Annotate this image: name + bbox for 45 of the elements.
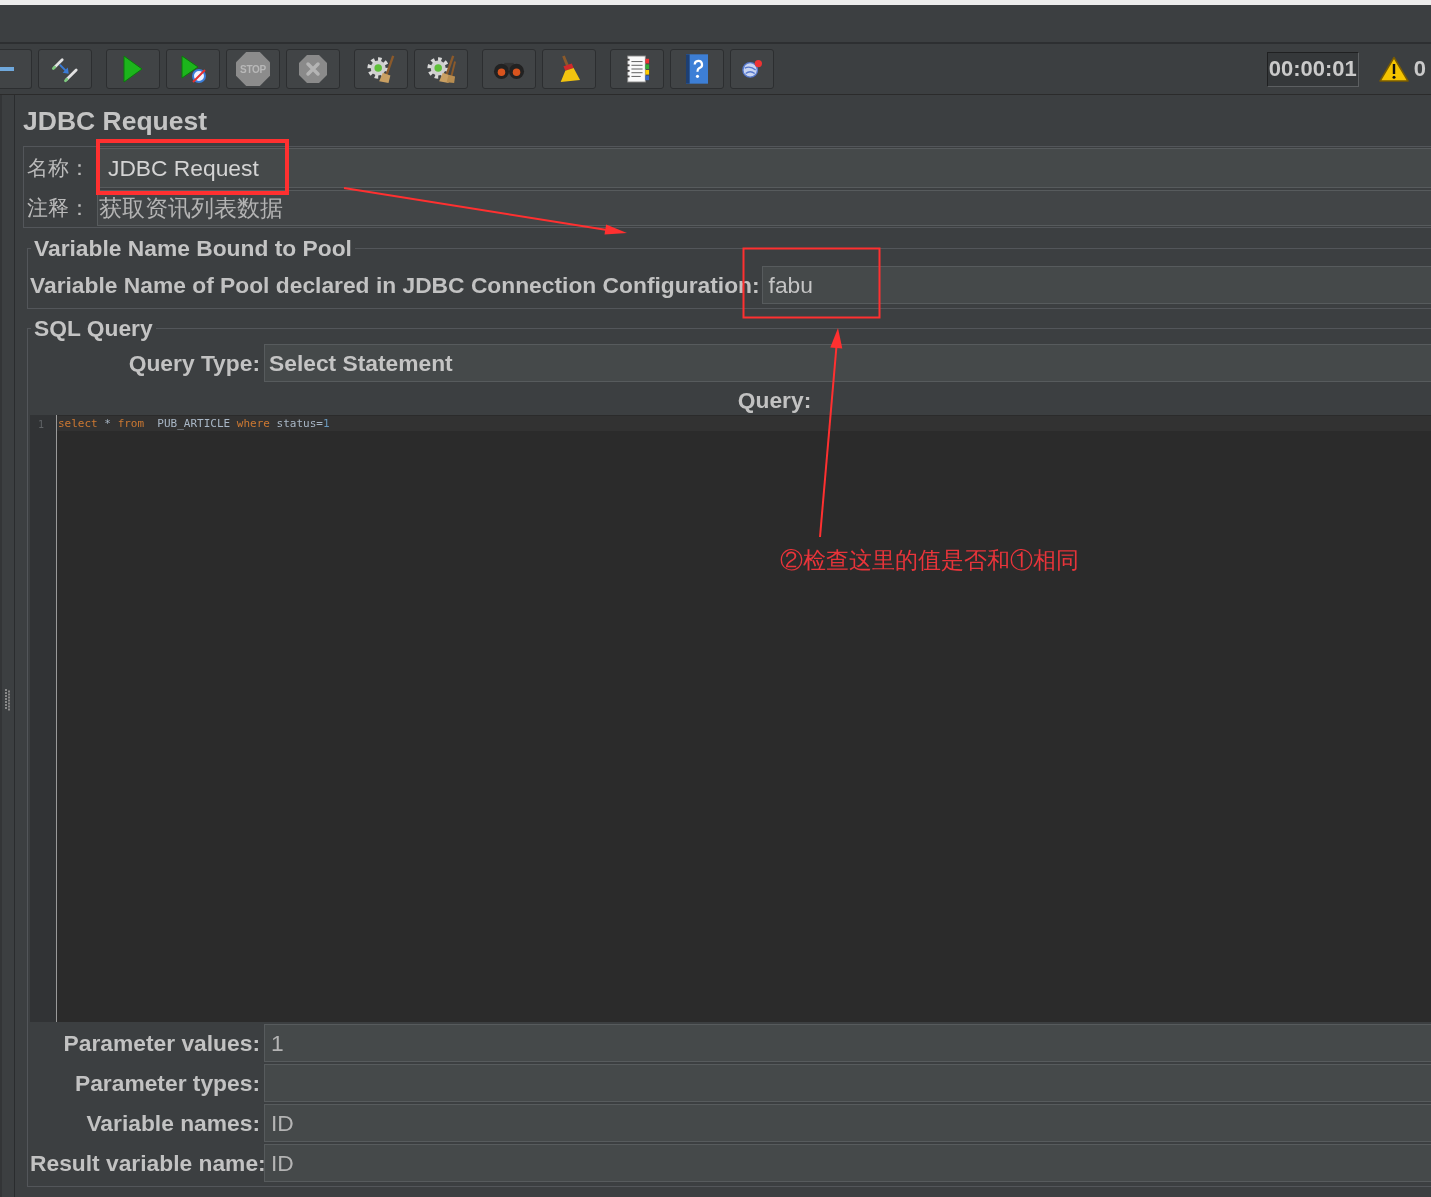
notebook-icon — [624, 55, 650, 83]
pool-name-field[interactable]: fabu — [761, 266, 1431, 304]
query-label: Query: — [737, 388, 812, 412]
elapsed-timer: 00:00:01 — [1266, 51, 1359, 87]
query-type-label: Query Type: — [127, 349, 261, 377]
minus-icon — [0, 67, 14, 71]
warning-count: 0 — [1413, 56, 1426, 82]
parameter-field[interactable]: ID — [264, 1144, 1431, 1182]
parameter-field[interactable] — [264, 1064, 1431, 1102]
query-type-dropdown[interactable]: Select Statement — [264, 344, 1431, 382]
start-button[interactable] — [106, 49, 160, 89]
gear-brooms-icon — [426, 54, 456, 84]
function-helper-button[interactable] — [610, 49, 664, 89]
help-book-icon — [686, 54, 708, 84]
panel-title: JDBC Request — [23, 106, 209, 137]
gear-broom-icon — [366, 54, 396, 84]
annotation-note: ②检查这里的值是否和①相同 — [780, 546, 1079, 575]
clear-button[interactable] — [354, 49, 408, 89]
remote-button[interactable] — [730, 49, 774, 89]
parameter-field[interactable]: ID — [264, 1104, 1431, 1142]
comments-field[interactable]: 获取资讯列表数据 — [97, 190, 1431, 226]
collapse-button[interactable] — [0, 49, 32, 89]
comments-label: 注释： — [27, 195, 91, 222]
section-legend: SQL Query — [31, 316, 156, 340]
clear-all-button[interactable] — [414, 49, 468, 89]
pens-arrow-icon — [51, 55, 79, 83]
parameter-label: Parameter values: — [62, 1029, 261, 1057]
warning-icon — [1378, 56, 1409, 82]
reset-search-button[interactable] — [542, 49, 596, 89]
play-no-clock-icon — [180, 55, 206, 83]
help-button[interactable] — [670, 49, 724, 89]
name-field[interactable]: JDBC Request — [97, 148, 1431, 188]
parameter-label: Variable names: — [85, 1109, 261, 1137]
section-legend: Variable Name Bound to Pool — [31, 236, 355, 260]
search-button[interactable] — [482, 49, 536, 89]
parameter-label: Result variable name: — [30, 1149, 264, 1177]
name-label: 名称： — [27, 155, 91, 182]
toggle-button[interactable] — [38, 49, 92, 89]
parameter-field[interactable]: 1 — [264, 1024, 1431, 1062]
start-no-pauses-button[interactable] — [166, 49, 220, 89]
globe-dot-icon — [741, 59, 763, 79]
x-octagon-icon — [298, 54, 328, 84]
parameter-label: Parameter types: — [74, 1069, 261, 1097]
grip-icon[interactable] — [5, 689, 11, 711]
play-icon — [123, 55, 143, 83]
